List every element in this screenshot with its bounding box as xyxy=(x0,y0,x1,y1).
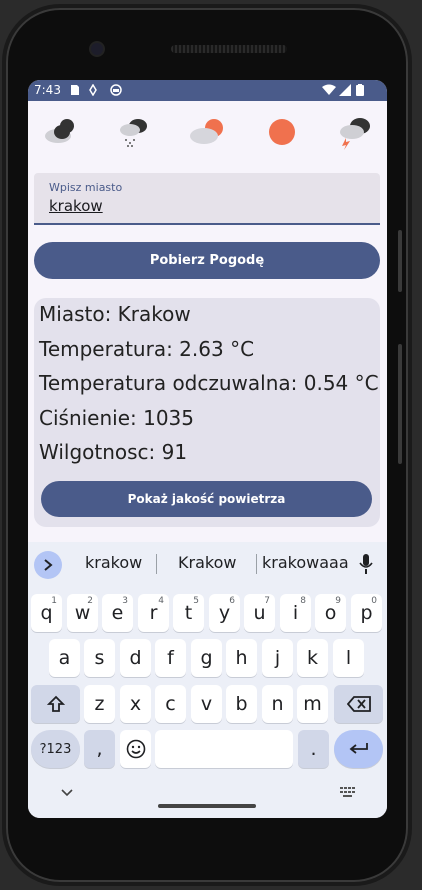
key-z[interactable]: z xyxy=(84,685,115,723)
earpiece-speaker xyxy=(171,45,287,53)
emoji-icon xyxy=(126,739,145,759)
key-n[interactable]: n xyxy=(262,685,293,723)
key-p[interactable]: p0 xyxy=(351,594,382,632)
wifi-icon xyxy=(322,84,336,95)
rain-snow-icon[interactable] xyxy=(114,114,154,150)
period-key[interactable]: . xyxy=(298,730,329,768)
sim-card-icon xyxy=(71,85,79,95)
space-key[interactable] xyxy=(155,730,293,768)
data-saver-icon xyxy=(89,84,97,96)
key-m[interactable]: m xyxy=(297,685,328,723)
feels-like-text: Temperatura odczuwalna: 0.54 °C xyxy=(39,371,379,395)
suggestion-1[interactable]: krakow xyxy=(85,553,142,572)
pressure-text: Ciśnienie: 1035 xyxy=(39,406,195,430)
notification-app-icon xyxy=(110,84,122,96)
suggestion-2[interactable]: Krakow xyxy=(178,553,236,572)
microphone-icon[interactable] xyxy=(359,554,373,574)
gesture-nav-handle[interactable] xyxy=(158,804,256,808)
key-f[interactable]: f xyxy=(155,639,186,677)
expand-toolbar-button[interactable] xyxy=(34,551,62,579)
suggestion-strip: krakow Krakow krakowaaa xyxy=(28,542,387,586)
key-v[interactable]: v xyxy=(191,685,222,723)
city-text: Miasto: Krakow xyxy=(39,302,191,326)
key-e[interactable]: e3 xyxy=(102,594,133,632)
chevron-right-icon xyxy=(44,559,53,571)
key-x[interactable]: x xyxy=(120,685,151,723)
enter-icon xyxy=(349,743,368,754)
key-u[interactable]: u7 xyxy=(244,594,275,632)
hide-keyboard-icon[interactable] xyxy=(61,789,73,797)
cellular-signal-icon xyxy=(339,84,351,96)
key-o[interactable]: o9 xyxy=(315,594,346,632)
key-k[interactable]: k xyxy=(297,639,328,677)
key-d[interactable]: d xyxy=(120,639,151,677)
key-b[interactable]: b xyxy=(226,685,257,723)
key-c[interactable]: c xyxy=(155,685,186,723)
key-w[interactable]: w2 xyxy=(67,594,98,632)
enter-key[interactable] xyxy=(334,730,383,768)
suggestion-3[interactable]: krakowaaa xyxy=(262,553,349,572)
city-input-label: Wpisz miasto xyxy=(49,181,123,194)
shift-icon xyxy=(46,695,65,712)
air-quality-button[interactable]: Pokaż jakość powietrza xyxy=(41,481,372,517)
thunderstorm-icon[interactable] xyxy=(334,114,374,150)
volume-button xyxy=(398,230,402,292)
keyboard-switch-icon[interactable] xyxy=(340,787,356,799)
temperature-text: Temperatura: 2.63 °C xyxy=(39,337,255,361)
key-y[interactable]: y6 xyxy=(209,594,240,632)
power-button xyxy=(398,344,402,464)
humidity-text: Wilgotnosc: 91 xyxy=(39,440,188,464)
key-h[interactable]: h xyxy=(226,639,257,677)
city-input-field[interactable]: Wpisz miasto krakow xyxy=(34,173,380,225)
key-q[interactable]: q1 xyxy=(31,594,62,632)
symbols-key[interactable]: ?123 xyxy=(31,730,80,768)
key-l[interactable]: l xyxy=(333,639,364,677)
fetch-weather-button[interactable]: Pobierz Pogodę xyxy=(34,242,380,279)
city-input[interactable]: krakow xyxy=(49,197,103,215)
soft-keyboard: krakow Krakow krakowaaa q1 w2 e3 r4 t5 y… xyxy=(28,542,387,818)
suggestion-divider xyxy=(156,554,157,574)
key-s[interactable]: s xyxy=(84,639,115,677)
emoji-key[interactable] xyxy=(120,730,151,768)
key-t[interactable]: t5 xyxy=(173,594,204,632)
battery-icon xyxy=(356,84,364,96)
suggestion-divider xyxy=(256,554,257,574)
backspace-icon xyxy=(346,696,371,712)
cloudy-night-icon[interactable] xyxy=(40,114,80,150)
partly-cloudy-sun-icon[interactable] xyxy=(188,114,228,150)
key-g[interactable]: g xyxy=(191,639,222,677)
key-r[interactable]: r4 xyxy=(138,594,169,632)
key-j[interactable]: j xyxy=(262,639,293,677)
comma-key[interactable]: , xyxy=(84,730,115,768)
shift-key[interactable] xyxy=(31,685,80,723)
weather-info-card: Miasto: Krakow Temperatura: 2.63 °C Temp… xyxy=(34,298,380,527)
app-screen: 7:43 Wpisz miasto krakow Pobierz Pogodę … xyxy=(28,80,387,818)
key-a[interactable]: a xyxy=(49,639,80,677)
weather-icon-row xyxy=(28,110,387,154)
front-camera xyxy=(91,43,103,55)
backspace-key[interactable] xyxy=(334,685,383,723)
sun-icon[interactable] xyxy=(262,114,302,150)
status-bar: 7:43 xyxy=(28,80,387,101)
key-i[interactable]: i8 xyxy=(280,594,311,632)
status-time: 7:43 xyxy=(34,83,61,97)
